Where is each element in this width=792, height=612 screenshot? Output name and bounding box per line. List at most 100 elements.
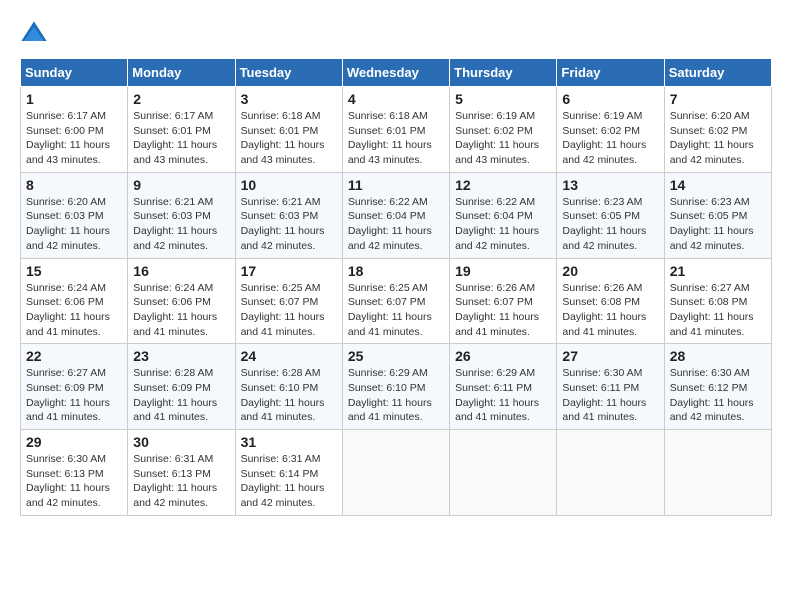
calendar-cell: 5 Sunrise: 6:19 AMSunset: 6:02 PMDaylight…	[450, 87, 557, 173]
day-number: 13	[562, 177, 658, 193]
day-of-week-header: Friday	[557, 59, 664, 87]
day-number: 30	[133, 434, 229, 450]
calendar-cell: 21 Sunrise: 6:27 AMSunset: 6:08 PMDayligh…	[664, 258, 771, 344]
day-number: 19	[455, 263, 551, 279]
logo	[20, 20, 52, 48]
day-of-week-header: Monday	[128, 59, 235, 87]
calendar-cell: 1 Sunrise: 6:17 AMSunset: 6:00 PMDaylight…	[21, 87, 128, 173]
day-number: 5	[455, 91, 551, 107]
calendar-cell: 23Sunrise: 6:28 AMSunset: 6:09 PMDayligh…	[128, 344, 235, 430]
cell-sun-info: Sunrise: 6:23 AMSunset: 6:05 PMDaylight:…	[670, 195, 766, 254]
calendar-cell: 6 Sunrise: 6:19 AMSunset: 6:02 PMDaylight…	[557, 87, 664, 173]
day-number: 7	[670, 91, 766, 107]
calendar-cell: 10 Sunrise: 6:21 AMSunset: 6:03 PMDayligh…	[235, 172, 342, 258]
logo-icon	[20, 20, 48, 48]
calendar-cell: 31 Sunrise: 6:31 AMSunset: 6:14 PMDayligh…	[235, 430, 342, 516]
calendar-cell: 28 Sunrise: 6:30 AMSunset: 6:12 PMDayligh…	[664, 344, 771, 430]
day-number: 15	[26, 263, 122, 279]
day-number: 16	[133, 263, 229, 279]
cell-sun-info: Sunrise: 6:22 AMSunset: 6:04 PMDaylight:…	[348, 195, 444, 254]
day-number: 27	[562, 348, 658, 364]
day-of-week-header: Saturday	[664, 59, 771, 87]
day-number: 29	[26, 434, 122, 450]
day-of-week-header: Thursday	[450, 59, 557, 87]
calendar-cell: 15 Sunrise: 6:24 AMSunset: 6:06 PMDayligh…	[21, 258, 128, 344]
calendar-cell: 26Sunrise: 6:29 AMSunset: 6:11 PMDayligh…	[450, 344, 557, 430]
day-number: 21	[670, 263, 766, 279]
cell-sun-info: Sunrise: 6:30 AMSunset: 6:13 PMDaylight:…	[26, 452, 122, 511]
cell-sun-info: Sunrise: 6:22 AMSunset: 6:04 PMDaylight:…	[455, 195, 551, 254]
cell-sun-info: Sunrise: 6:25 AMSunset: 6:07 PMDaylight:…	[241, 281, 337, 340]
calendar-week-row: 15 Sunrise: 6:24 AMSunset: 6:06 PMDayligh…	[21, 258, 772, 344]
cell-sun-info: Sunrise: 6:26 AMSunset: 6:07 PMDaylight:…	[455, 281, 551, 340]
cell-sun-info: Sunrise: 6:29 AMSunset: 6:10 PMDaylight:…	[348, 366, 444, 425]
cell-sun-info: Sunrise: 6:27 AMSunset: 6:08 PMDaylight:…	[670, 281, 766, 340]
cell-sun-info: Sunrise: 6:29 AMSunset: 6:11 PMDaylight:…	[455, 366, 551, 425]
day-number: 22	[26, 348, 122, 364]
cell-sun-info: Sunrise: 6:31 AMSunset: 6:14 PMDaylight:…	[241, 452, 337, 511]
day-number: 14	[670, 177, 766, 193]
calendar-cell: 22 Sunrise: 6:27 AMSunset: 6:09 PMDayligh…	[21, 344, 128, 430]
calendar-cell: 17 Sunrise: 6:25 AMSunset: 6:07 PMDayligh…	[235, 258, 342, 344]
calendar-week-row: 22 Sunrise: 6:27 AMSunset: 6:09 PMDayligh…	[21, 344, 772, 430]
calendar-cell: 20 Sunrise: 6:26 AMSunset: 6:08 PMDayligh…	[557, 258, 664, 344]
day-number: 23	[133, 348, 229, 364]
calendar-cell: 19 Sunrise: 6:26 AMSunset: 6:07 PMDayligh…	[450, 258, 557, 344]
calendar-header-row: SundayMondayTuesdayWednesdayThursdayFrid…	[21, 59, 772, 87]
cell-sun-info: Sunrise: 6:17 AMSunset: 6:00 PMDaylight:…	[26, 109, 122, 168]
calendar-cell	[342, 430, 449, 516]
calendar-week-row: 29 Sunrise: 6:30 AMSunset: 6:13 PMDayligh…	[21, 430, 772, 516]
cell-sun-info: Sunrise: 6:21 AMSunset: 6:03 PMDaylight:…	[133, 195, 229, 254]
calendar-cell	[557, 430, 664, 516]
day-number: 17	[241, 263, 337, 279]
cell-sun-info: Sunrise: 6:18 AMSunset: 6:01 PMDaylight:…	[241, 109, 337, 168]
cell-sun-info: Sunrise: 6:19 AMSunset: 6:02 PMDaylight:…	[562, 109, 658, 168]
day-number: 20	[562, 263, 658, 279]
cell-sun-info: Sunrise: 6:20 AMSunset: 6:02 PMDaylight:…	[670, 109, 766, 168]
calendar-cell: 7 Sunrise: 6:20 AMSunset: 6:02 PMDaylight…	[664, 87, 771, 173]
calendar-cell: 2 Sunrise: 6:17 AMSunset: 6:01 PMDaylight…	[128, 87, 235, 173]
cell-sun-info: Sunrise: 6:20 AMSunset: 6:03 PMDaylight:…	[26, 195, 122, 254]
calendar-cell: 13 Sunrise: 6:23 AMSunset: 6:05 PMDayligh…	[557, 172, 664, 258]
day-of-week-header: Sunday	[21, 59, 128, 87]
calendar-cell: 8 Sunrise: 6:20 AMSunset: 6:03 PMDaylight…	[21, 172, 128, 258]
day-number: 2	[133, 91, 229, 107]
calendar-cell	[664, 430, 771, 516]
calendar-cell: 16Sunrise: 6:24 AMSunset: 6:06 PMDayligh…	[128, 258, 235, 344]
cell-sun-info: Sunrise: 6:30 AMSunset: 6:12 PMDaylight:…	[670, 366, 766, 425]
calendar-cell: 4Sunrise: 6:18 AMSunset: 6:01 PMDaylight…	[342, 87, 449, 173]
page-header	[20, 20, 772, 48]
calendar-cell: 25 Sunrise: 6:29 AMSunset: 6:10 PMDayligh…	[342, 344, 449, 430]
day-number: 6	[562, 91, 658, 107]
calendar-cell: 9Sunrise: 6:21 AMSunset: 6:03 PMDaylight…	[128, 172, 235, 258]
cell-sun-info: Sunrise: 6:27 AMSunset: 6:09 PMDaylight:…	[26, 366, 122, 425]
day-number: 28	[670, 348, 766, 364]
calendar-table: SundayMondayTuesdayWednesdayThursdayFrid…	[20, 58, 772, 516]
day-number: 31	[241, 434, 337, 450]
day-number: 24	[241, 348, 337, 364]
calendar-cell: 27 Sunrise: 6:30 AMSunset: 6:11 PMDayligh…	[557, 344, 664, 430]
calendar-cell: 29 Sunrise: 6:30 AMSunset: 6:13 PMDayligh…	[21, 430, 128, 516]
day-of-week-header: Tuesday	[235, 59, 342, 87]
calendar-week-row: 8 Sunrise: 6:20 AMSunset: 6:03 PMDaylight…	[21, 172, 772, 258]
day-number: 1	[26, 91, 122, 107]
cell-sun-info: Sunrise: 6:24 AMSunset: 6:06 PMDaylight:…	[26, 281, 122, 340]
cell-sun-info: Sunrise: 6:30 AMSunset: 6:11 PMDaylight:…	[562, 366, 658, 425]
cell-sun-info: Sunrise: 6:19 AMSunset: 6:02 PMDaylight:…	[455, 109, 551, 168]
cell-sun-info: Sunrise: 6:26 AMSunset: 6:08 PMDaylight:…	[562, 281, 658, 340]
day-of-week-header: Wednesday	[342, 59, 449, 87]
day-number: 25	[348, 348, 444, 364]
cell-sun-info: Sunrise: 6:25 AMSunset: 6:07 PMDaylight:…	[348, 281, 444, 340]
calendar-cell: 30 Sunrise: 6:31 AMSunset: 6:13 PMDayligh…	[128, 430, 235, 516]
calendar-cell: 3Sunrise: 6:18 AMSunset: 6:01 PMDaylight…	[235, 87, 342, 173]
cell-sun-info: Sunrise: 6:31 AMSunset: 6:13 PMDaylight:…	[133, 452, 229, 511]
calendar-cell	[450, 430, 557, 516]
cell-sun-info: Sunrise: 6:23 AMSunset: 6:05 PMDaylight:…	[562, 195, 658, 254]
cell-sun-info: Sunrise: 6:21 AMSunset: 6:03 PMDaylight:…	[241, 195, 337, 254]
day-number: 8	[26, 177, 122, 193]
day-number: 12	[455, 177, 551, 193]
calendar-cell: 24Sunrise: 6:28 AMSunset: 6:10 PMDayligh…	[235, 344, 342, 430]
calendar-cell: 11Sunrise: 6:22 AMSunset: 6:04 PMDayligh…	[342, 172, 449, 258]
day-number: 10	[241, 177, 337, 193]
cell-sun-info: Sunrise: 6:17 AMSunset: 6:01 PMDaylight:…	[133, 109, 229, 168]
